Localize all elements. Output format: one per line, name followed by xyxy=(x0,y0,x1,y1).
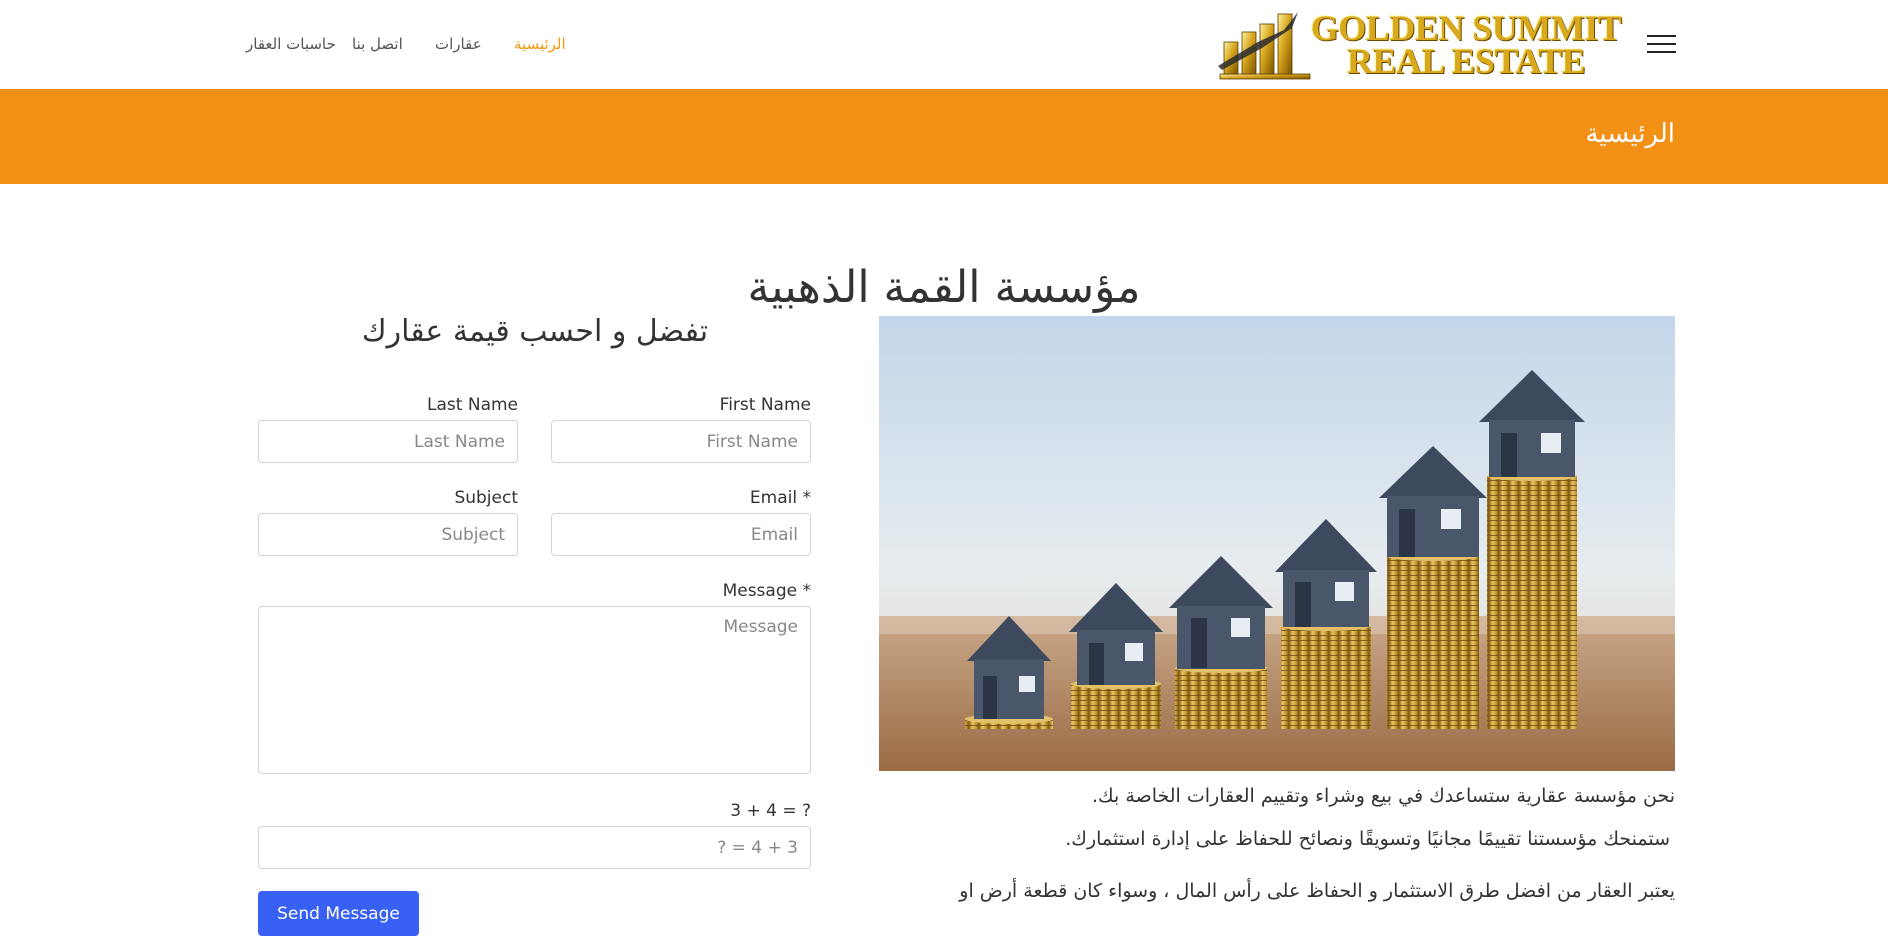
golden-summit-logo[interactable]: GOLDEN SUMMIT REAL ESTATE xyxy=(1218,6,1622,82)
site-header: GOLDEN SUMMIT REAL ESTATE الرئيسية عقارا… xyxy=(0,0,1888,89)
message-textarea[interactable] xyxy=(258,606,811,774)
nav-calculators-link[interactable]: حاسبات العقار xyxy=(246,35,336,53)
description-line-2: ستمنحك مؤسستنا تقييمًا مجانيًا وتسويقًا … xyxy=(1065,828,1670,850)
message-label: Message * xyxy=(722,581,811,601)
email-input[interactable] xyxy=(551,513,811,556)
subject-label: Subject xyxy=(454,488,518,508)
nav-home-link[interactable]: الرئيسية xyxy=(514,35,566,53)
last-name-label: Last Name xyxy=(427,395,518,415)
description-line-3: يعتبر العقار من افضل طرق الاستثمار و الح… xyxy=(959,880,1675,902)
logo-line2: REAL ESTATE xyxy=(1346,41,1586,81)
captcha-input[interactable] xyxy=(258,826,811,869)
nav-contact-link[interactable]: اتصل بنا xyxy=(352,35,403,53)
banner-title: الرئيسية xyxy=(1585,119,1675,149)
page-title: مؤسسة القمة الذهبية xyxy=(747,262,1141,313)
description-line-1: نحن مؤسسة عقارية ستساعدك في بيع وشراء وت… xyxy=(1092,785,1675,807)
houses-on-coins-image xyxy=(879,316,1675,771)
first-name-input[interactable] xyxy=(551,420,811,463)
email-label: Email * xyxy=(749,488,811,508)
first-name-label: First Name xyxy=(719,395,811,415)
page-banner: الرئيسية xyxy=(0,89,1888,184)
send-message-button[interactable]: Send Message xyxy=(258,891,419,936)
hamburger-menu-icon[interactable] xyxy=(1647,33,1676,55)
nav-properties-link[interactable]: عقارات xyxy=(435,35,482,53)
logo-bars-icon xyxy=(1218,12,1311,80)
form-title: تفضل و احسب قيمة عقارك xyxy=(361,314,709,349)
last-name-input[interactable] xyxy=(258,420,518,463)
captcha-label: 3 + 4 = ? xyxy=(730,801,811,821)
subject-input[interactable] xyxy=(258,513,518,556)
